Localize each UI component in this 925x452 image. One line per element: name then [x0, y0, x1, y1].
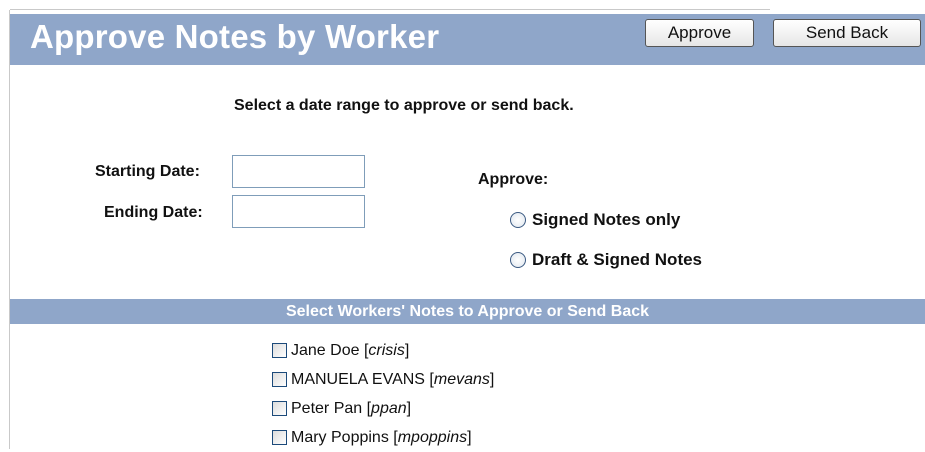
- worker-checkbox[interactable]: [272, 343, 287, 358]
- page-header: Approve Notes by Worker Approve Send Bac…: [10, 14, 925, 65]
- ending-date-input[interactable]: [232, 195, 365, 228]
- radio-button[interactable]: [510, 212, 526, 228]
- signed-notes-only-option[interactable]: Signed Notes only: [510, 210, 680, 230]
- left-divider: [9, 10, 10, 449]
- worker-item-jane-doe[interactable]: Jane Doe [crisis]: [272, 336, 494, 365]
- radio-button[interactable]: [510, 252, 526, 268]
- worker-item-mary-poppins[interactable]: Mary Poppins [mpoppins]: [272, 423, 494, 452]
- ending-date-label: Ending Date:: [104, 204, 203, 221]
- draft-and-signed-notes-label: Draft & Signed Notes: [532, 250, 703, 269]
- approve-button[interactable]: Approve: [645, 19, 754, 47]
- worker-checkbox[interactable]: [272, 401, 287, 416]
- worker-item-manuela-evans[interactable]: MANUELA EVANS [mevans]: [272, 365, 494, 394]
- worker-username: ppan: [371, 399, 407, 417]
- worker-username: mevans: [433, 370, 490, 388]
- draft-and-signed-notes-option[interactable]: Draft & Signed Notes: [510, 250, 702, 270]
- starting-date-label: Starting Date:: [95, 163, 200, 180]
- worker-username: crisis: [368, 341, 405, 359]
- worker-name: Peter Pan: [291, 399, 363, 417]
- worker-name: MANUELA EVANS: [291, 370, 425, 388]
- starting-date-input[interactable]: [232, 155, 365, 188]
- send-back-button[interactable]: Send Back: [773, 19, 921, 47]
- approve-options-label: Approve:: [478, 171, 549, 188]
- worker-item-peter-pan[interactable]: Peter Pan [ppan]: [272, 394, 494, 423]
- signed-notes-only-label: Signed Notes only: [532, 210, 681, 229]
- top-divider: [10, 9, 770, 10]
- workers-section-header: Select Workers' Notes to Approve or Send…: [10, 299, 925, 324]
- workers-list: Jane Doe [crisis] MANUELA EVANS [mevans]…: [272, 336, 494, 452]
- instruction-text: Select a date range to approve or send b…: [234, 97, 574, 114]
- worker-name: Jane Doe: [291, 341, 360, 359]
- worker-checkbox[interactable]: [272, 430, 287, 445]
- worker-username: mpoppins: [397, 428, 468, 446]
- worker-checkbox[interactable]: [272, 372, 287, 387]
- worker-name: Mary Poppins: [291, 428, 389, 446]
- page-title: Approve Notes by Worker: [30, 18, 440, 55]
